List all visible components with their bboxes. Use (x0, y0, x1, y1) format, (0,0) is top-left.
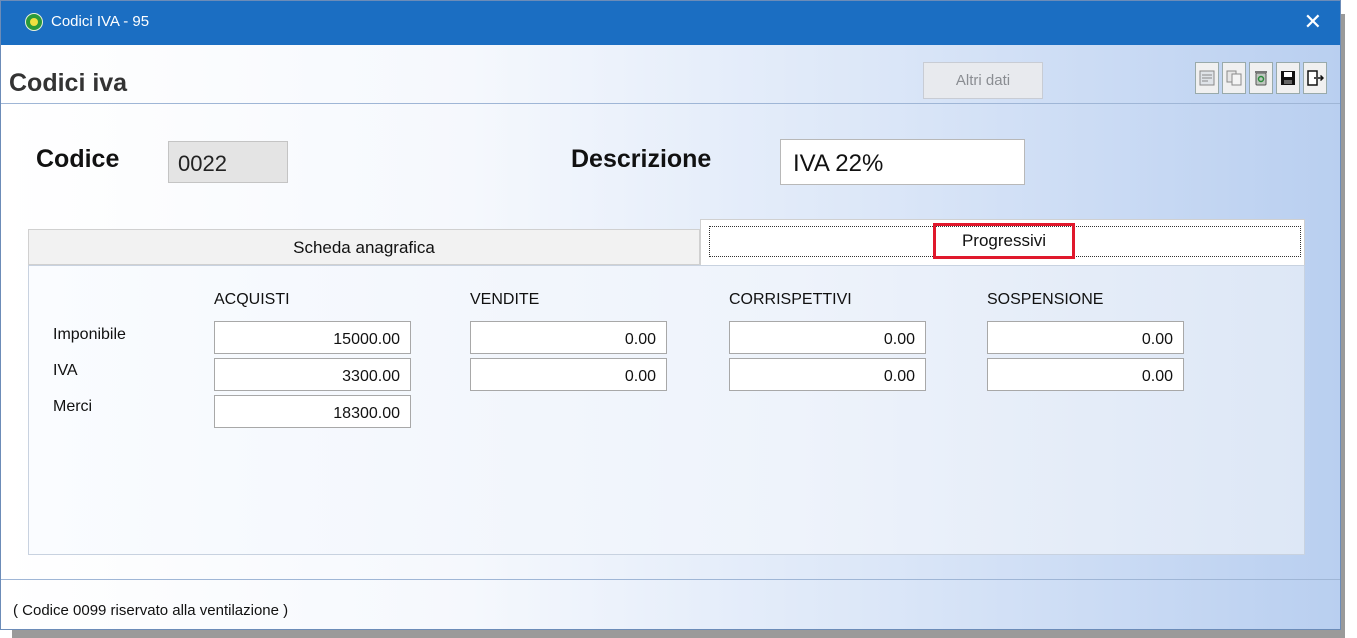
exit-door-icon (1307, 70, 1324, 86)
save-disk-icon (1281, 71, 1295, 85)
title-bar: Codici IVA - 95 ✕ (1, 1, 1340, 45)
dialog-body: Codici iva Altri dati Codice 0022 Descri… (1, 45, 1340, 629)
row-label-merci: Merci (53, 398, 93, 415)
tab-progressivi[interactable]: Progressivi (700, 219, 1305, 265)
sospensione-imponibile-field[interactable]: 0.00 (987, 321, 1184, 354)
recycle-bin-icon (1255, 71, 1267, 86)
column-header-acquisti: ACQUISTI (214, 291, 290, 308)
footer-divider (1, 579, 1340, 580)
app-logo-icon (25, 13, 43, 31)
column-header-vendite: VENDITE (470, 291, 540, 308)
vendite-iva-field[interactable]: 0.00 (470, 358, 667, 391)
acquisti-merci-field[interactable]: 18300.00 (214, 395, 411, 428)
dialog-window: Codici IVA - 95 ✕ Codici iva Altri dati (0, 0, 1341, 630)
page-title: Codici iva (9, 69, 128, 97)
column-header-corrispettivi: CORRISPETTIVI (729, 291, 852, 308)
descrizione-label: Descrizione (571, 145, 712, 173)
codice-field: 0022 (168, 141, 288, 183)
sospensione-iva-field[interactable]: 0.00 (987, 358, 1184, 391)
footer-note: ( Codice 0099 riservato alla ventilazion… (13, 602, 289, 619)
descrizione-field[interactable]: IVA 22% (780, 139, 1025, 185)
altri-dati-button[interactable]: Altri dati (923, 62, 1043, 99)
codice-label: Codice (36, 145, 120, 173)
vendite-imponibile-field[interactable]: 0.00 (470, 321, 667, 354)
row-label-iva: IVA (53, 362, 78, 379)
column-header-sospensione: SOSPENSIONE (987, 291, 1104, 308)
delete-button[interactable] (1249, 62, 1273, 94)
corrispettivi-iva-field[interactable]: 0.00 (729, 358, 926, 391)
exit-button[interactable] (1303, 62, 1327, 94)
row-label-imponibile: Imponibile (53, 326, 126, 343)
tab-strip: Scheda anagrafica Progressivi (28, 219, 1305, 265)
window-title: Codici IVA - 95 (51, 13, 150, 30)
save-button[interactable] (1276, 62, 1300, 94)
print-preview-button[interactable] (1195, 62, 1219, 94)
corrispettivi-imponibile-field[interactable]: 0.00 (729, 321, 926, 354)
tab-progressivi-label: Progressivi (933, 223, 1075, 259)
tab-scheda-anagrafica[interactable]: Scheda anagrafica (28, 229, 700, 265)
header-divider (1, 103, 1340, 104)
print-preview-icon (1199, 70, 1215, 86)
close-button[interactable]: ✕ (1304, 10, 1322, 34)
acquisti-iva-field[interactable]: 3300.00 (214, 358, 411, 391)
copy-document-icon (1226, 70, 1242, 86)
copy-button[interactable] (1222, 62, 1246, 94)
acquisti-imponibile-field[interactable]: 15000.00 (214, 321, 411, 354)
progressivi-panel: ACQUISTI VENDITE CORRISPETTIVI SOSPENSIO… (28, 265, 1305, 555)
